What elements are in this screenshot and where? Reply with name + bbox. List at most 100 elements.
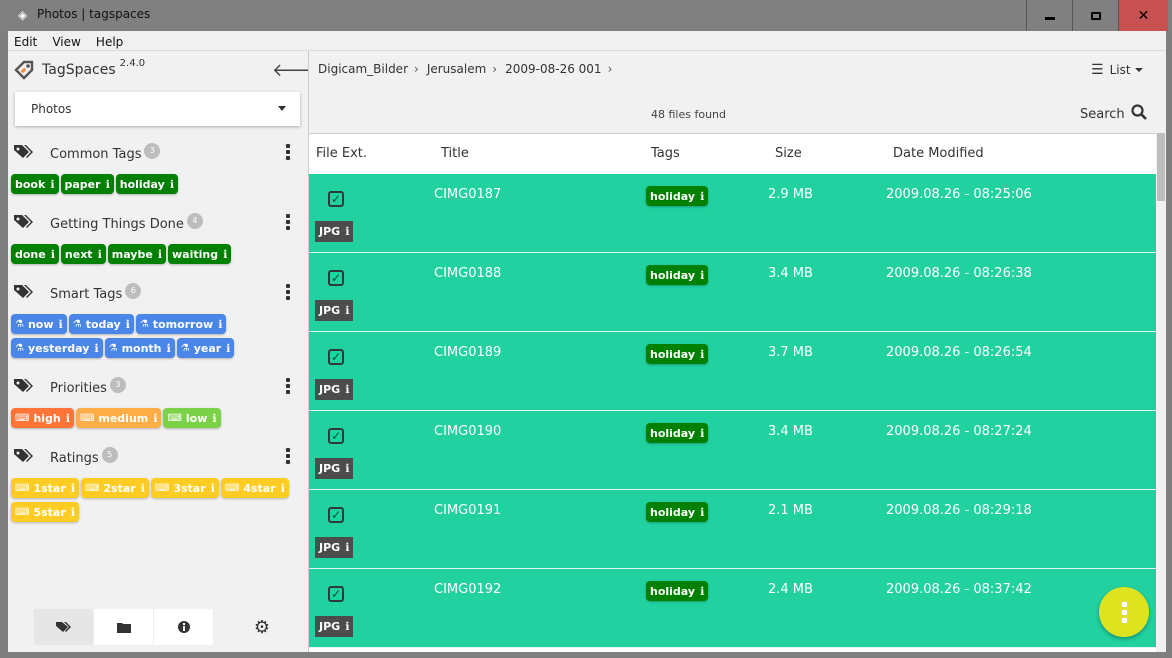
tag-chip[interactable]: ⌨ 4star ℹ [220,478,289,498]
tag-chip[interactable]: done ℹ [11,244,59,264]
file-tag-chip[interactable]: holiday ℹ [646,186,709,206]
file-ext-badge[interactable]: JPG ℹ [315,616,354,637]
tag-chip[interactable]: ⌨ 2star ℹ [80,478,149,498]
table-row[interactable]: ✓ JPG ℹ CIMG0190 holiday ℹ 3.4 MB 2009.08.26 - … [309,411,1156,490]
row-checkbox[interactable]: ✓ [328,586,344,602]
file-ext-badge[interactable]: JPG ℹ [315,379,354,400]
info-icon[interactable]: ℹ [141,482,145,495]
chevron-right-icon[interactable]: › [608,62,613,76]
settings-button[interactable]: ⚙ [250,617,274,641]
tag-chip[interactable]: book ℹ [11,174,59,194]
row-checkbox[interactable]: ✓ [328,349,344,365]
tag-chip[interactable]: ⚗ now ℹ [11,314,67,334]
row-checkbox[interactable]: ✓ [328,191,344,207]
info-icon[interactable]: ℹ [51,248,55,261]
file-tag-chip[interactable]: holiday ℹ [646,344,709,364]
file-tag-chip[interactable]: holiday ℹ [646,265,709,285]
file-ext-badge[interactable]: JPG ℹ [315,221,354,242]
tag-group-header[interactable]: Priorities 3 [8,374,308,402]
column-date-modified[interactable]: Date Modified [893,146,984,161]
tag-chip[interactable]: waiting ℹ [168,244,232,264]
close-button[interactable]: ✕ [1118,0,1168,31]
tag-group-header[interactable]: Ratings 5 [8,444,308,472]
info-icon[interactable]: ℹ [167,342,171,355]
tag-group-menu-button[interactable] [284,144,292,160]
info-icon[interactable]: ℹ [223,248,227,261]
tab-info[interactable] [154,609,214,645]
table-scrollbar[interactable] [1156,133,1166,652]
file-ext-badge[interactable]: JPG ℹ [315,458,354,479]
info-icon[interactable]: ℹ [71,506,75,519]
tag-chip[interactable]: ⚗ tomorrow ℹ [135,314,227,334]
menu-edit[interactable]: Edit [8,33,41,49]
tag-chip[interactable]: ⌨ 1star ℹ [11,478,79,498]
tag-group-menu-button[interactable] [284,378,292,394]
column-size[interactable]: Size [775,146,802,161]
maximize-button[interactable] [1072,0,1118,31]
info-icon[interactable]: ℹ [66,412,70,425]
tag-chip[interactable]: ⌨ medium ℹ [75,408,162,428]
info-icon[interactable]: ℹ [59,318,63,331]
table-row[interactable]: ✓ JPG ℹ CIMG0187 holiday ℹ 2.9 MB 2009.08.26 - … [309,174,1156,253]
tag-chip[interactable]: paper ℹ [60,174,114,194]
info-icon[interactable]: ℹ [94,342,98,355]
row-checkbox[interactable]: ✓ [328,270,344,286]
info-icon[interactable]: ℹ [158,248,162,261]
file-tag-chip[interactable]: holiday ℹ [646,581,709,601]
tag-group-menu-button[interactable] [284,284,292,300]
tag-chip[interactable]: ⚗ today ℹ [68,314,134,334]
info-icon[interactable]: ℹ [211,482,215,495]
info-icon[interactable]: ℹ [71,482,75,495]
tag-chip[interactable]: maybe ℹ [107,244,167,264]
minimize-button[interactable] [1026,0,1072,31]
table-row[interactable]: ✓ JPG ℹ CIMG0189 holiday ℹ 3.7 MB 2009.08.26 - … [309,332,1156,411]
view-mode-button[interactable]: ☰ List [1091,62,1143,78]
tag-chip[interactable]: ⌨ high ℹ [11,408,74,428]
file-tag-chip[interactable]: holiday ℹ [646,502,709,522]
row-checkbox[interactable]: ✓ [328,507,344,523]
table-row[interactable]: ✓ JPG ℹ CIMG0188 holiday ℹ 3.4 MB 2009.08.26 - … [309,253,1156,332]
info-icon[interactable]: ℹ [226,342,230,355]
tag-chip[interactable]: ⚗ year ℹ [176,338,235,358]
tag-group-header[interactable]: Common Tags 3 [8,140,308,168]
breadcrumb-item[interactable]: 2009-08-26 001 [505,62,601,76]
column-file-ext[interactable]: File Ext. [316,146,367,161]
tab-folders[interactable] [94,609,154,645]
actions-fab-button[interactable] [1099,587,1149,637]
breadcrumb-item[interactable]: Jerusalem [427,62,486,76]
tag-group-header[interactable]: Getting Things Done 4 [8,210,308,238]
info-icon[interactable]: ℹ [106,178,110,191]
row-checkbox[interactable]: ✓ [328,428,344,444]
tag-chip[interactable]: ⚗ month ℹ [104,338,175,358]
info-icon[interactable]: ℹ [218,318,222,331]
tag-group-header[interactable]: Smart Tags 6 [8,280,308,308]
info-icon[interactable]: ℹ [212,412,216,425]
tag-chip[interactable]: ⌨ low ℹ [163,408,221,428]
file-tag-chip[interactable]: holiday ℹ [646,423,709,443]
tag-chip[interactable]: ⚗ yesterday ℹ [11,338,103,358]
info-icon[interactable]: ℹ [153,412,157,425]
tag-chip[interactable]: holiday ℹ [115,174,178,194]
file-ext-badge[interactable]: JPG ℹ [315,537,354,558]
tab-tag-groups[interactable] [34,609,94,645]
info-icon[interactable]: ℹ [98,248,102,261]
info-icon[interactable]: ℹ [50,178,54,191]
table-row[interactable]: ✓ JPG ℹ CIMG0191 holiday ℹ 2.1 MB 2009.08.26 - … [309,490,1156,569]
column-tags[interactable]: Tags [651,146,680,161]
scrollbar-thumb[interactable] [1157,133,1165,201]
tag-chip[interactable]: ⌨ 3star ℹ [150,478,219,498]
location-selector[interactable]: Photos [15,92,300,126]
file-ext-badge[interactable]: JPG ℹ [315,300,354,321]
tag-chip[interactable]: next ℹ [60,244,106,264]
menu-view[interactable]: View [46,33,84,49]
info-icon[interactable]: ℹ [126,318,130,331]
breadcrumb-item[interactable]: Digicam_Bilder [318,62,408,76]
tag-group-menu-button[interactable] [284,448,292,464]
table-row[interactable]: ✓ JPG ℹ CIMG0192 holiday ℹ 2.4 MB 2009.08.26 - … [309,569,1156,648]
info-icon[interactable]: ℹ [281,482,285,495]
menu-help[interactable]: Help [90,33,127,49]
info-icon[interactable]: ℹ [170,178,174,191]
search-button[interactable]: Search [1080,104,1147,124]
tag-group-menu-button[interactable] [284,214,292,230]
tag-chip[interactable]: ⌨ 5star ℹ [11,502,79,522]
